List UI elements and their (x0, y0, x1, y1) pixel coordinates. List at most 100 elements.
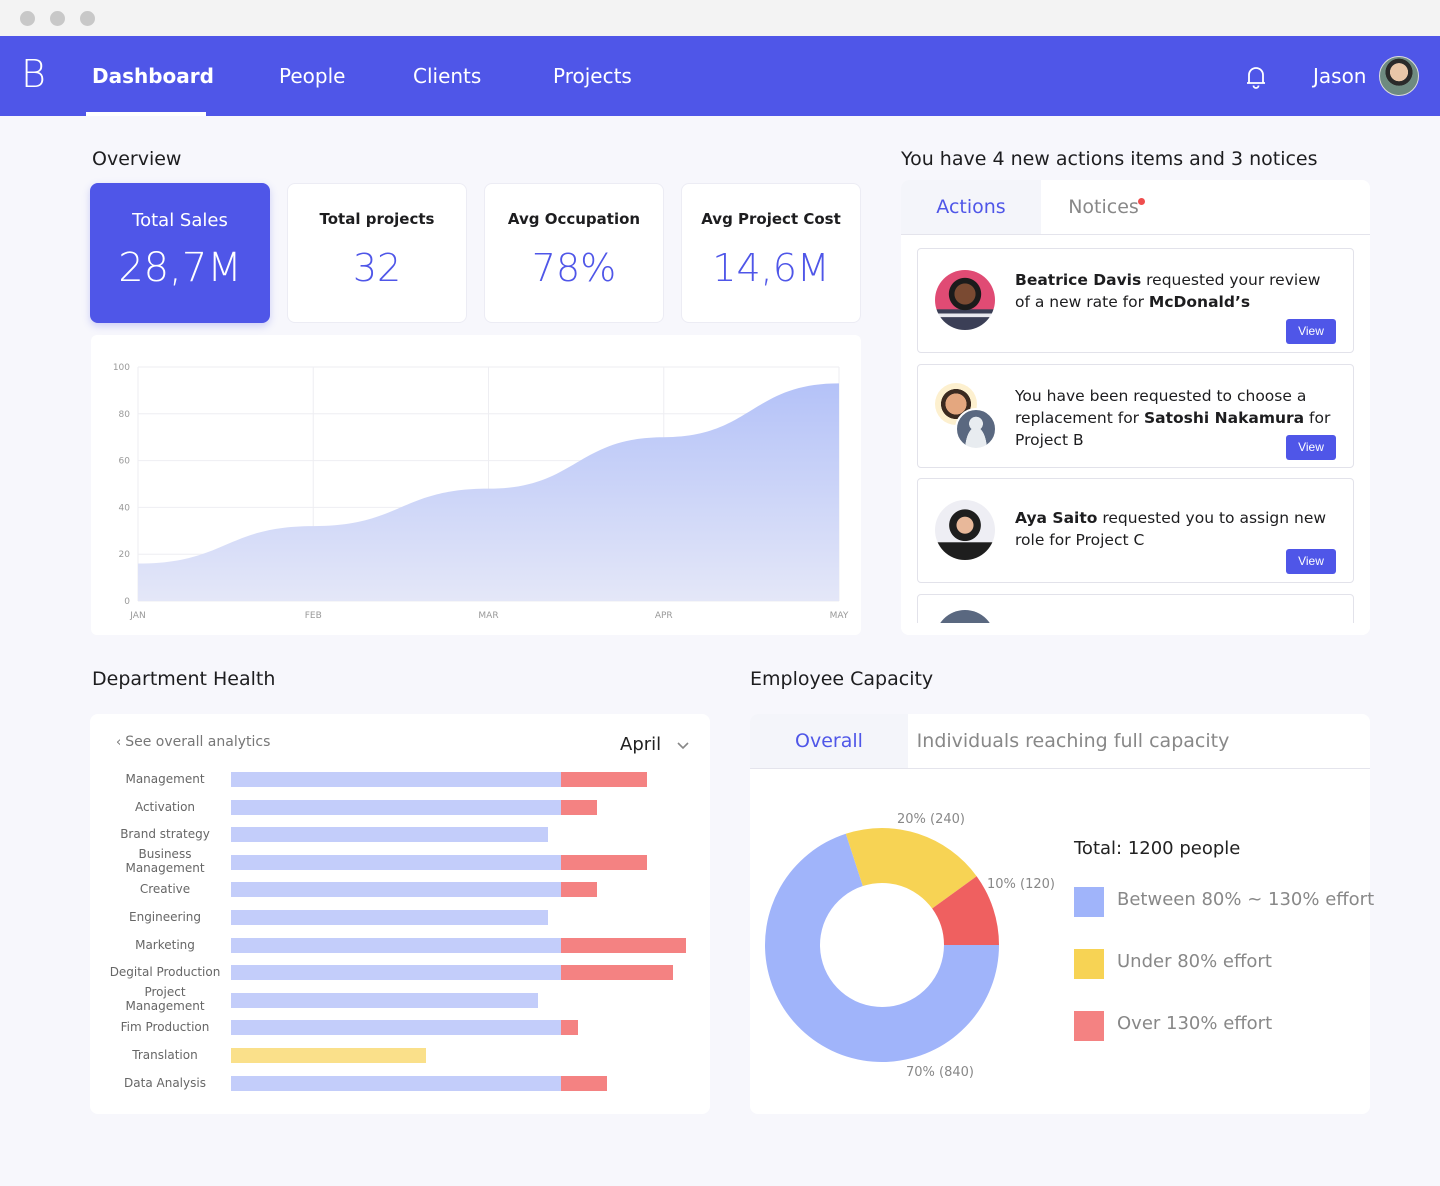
dept-bar-over[interactable] (561, 799, 598, 815)
user-name[interactable]: Jason (1313, 64, 1367, 88)
action-person-name[interactable]: Satoshi Nakamura (1144, 409, 1304, 427)
dept-bar-base[interactable] (231, 910, 548, 925)
avatar-beatrice-davis (935, 270, 995, 330)
dept-bar-base[interactable] (231, 799, 561, 815)
action-item: Beatrice Davis requested your review of … (917, 248, 1354, 353)
capacity-tabs: Overall Individuals reaching full capaci… (750, 714, 1370, 769)
dept-bar-base[interactable] (231, 992, 538, 1008)
x-tick-label: JAN (129, 611, 145, 621)
dept-bar-base[interactable] (231, 1075, 561, 1091)
capacity-donut-chart: 70% (840) 20% (240) 10% (120) (765, 812, 1055, 1080)
tab-actions[interactable]: Actions (901, 180, 1041, 234)
sales-chart-card: 0 20 40 60 80 100 JAN FEB MAR APR MAY (91, 335, 861, 635)
action-text: Aya Saito requested you to assign new ro… (1015, 507, 1335, 551)
dept-label: Fim Production (120, 1020, 210, 1035)
app-logo[interactable]: B (21, 52, 46, 96)
x-tick-label: MAR (478, 611, 498, 621)
dept-bar-base[interactable] (231, 882, 561, 898)
stat-value: 32 (352, 246, 402, 290)
tab-overall[interactable]: Overall (750, 714, 908, 768)
donut-data-label: 70% (840) (906, 1065, 974, 1080)
stat-label: Avg Occupation (507, 210, 641, 228)
dept-bar-base[interactable] (231, 772, 561, 787)
dept-bar-over[interactable] (561, 882, 598, 898)
bell-icon[interactable] (1244, 64, 1268, 90)
dept-bar-over[interactable] (561, 854, 647, 870)
dept-label: Translation (132, 1048, 198, 1062)
employee-capacity-title: Employee Capacity (750, 668, 934, 690)
y-tick-label: 100 (113, 363, 130, 373)
dept-bar-base[interactable] (231, 937, 561, 953)
chevron-left-icon: ‹ (116, 735, 122, 750)
user-placeholder-icon (955, 408, 997, 450)
user-avatar[interactable] (1379, 56, 1419, 96)
dept-bar-base[interactable] (231, 965, 561, 981)
dept-label: Engineering (129, 910, 201, 924)
window-close-button[interactable] (20, 11, 35, 26)
y-tick-label: 80 (119, 410, 131, 420)
stat-value: 14,6M (712, 246, 830, 290)
y-tick-label: 0 (124, 597, 130, 607)
legend-label: Between 80% ~ 130% effort (1117, 889, 1375, 910)
actions-tabs: Actions Notices (901, 180, 1370, 235)
y-tick-label: 20 (119, 550, 131, 560)
nav-dashboard[interactable]: Dashboard (92, 64, 214, 88)
dept-bar-base[interactable] (231, 1020, 561, 1036)
dept-label: Creative (139, 882, 191, 897)
action-item: Aya Saito requested you to assign new ro… (917, 478, 1354, 583)
action-item: You have been requested to choose a repl… (917, 364, 1354, 468)
legend-label: Under 80% effort (1117, 951, 1272, 972)
chevron-down-icon (677, 742, 689, 750)
nav-projects[interactable]: Projects (553, 64, 632, 88)
action-person-name[interactable]: Beatrice Davis (1015, 271, 1141, 289)
dept-bar-base[interactable] (231, 827, 548, 843)
view-button[interactable]: View (1286, 549, 1336, 574)
stat-card-avg-occupation[interactable]: Avg Occupation 78% (484, 183, 664, 323)
y-tick-label: 40 (119, 503, 131, 513)
scroll-fade (901, 623, 1370, 635)
dept-label: Degital Production (109, 965, 221, 980)
x-tick-label: MAY (830, 611, 849, 621)
dept-bar-base[interactable] (231, 854, 561, 870)
window-minimize-button[interactable] (50, 11, 65, 26)
legend-swatch (1074, 1011, 1104, 1041)
month-select-value: April (620, 734, 662, 755)
window-maximize-button[interactable] (80, 11, 95, 26)
dept-bar-over[interactable] (561, 1075, 608, 1091)
tab-individuals-full-capacity[interactable]: Individuals reaching full capacity (908, 714, 1238, 768)
month-select[interactable]: April (620, 734, 689, 755)
dept-bar-base[interactable] (231, 1048, 426, 1063)
stat-label: Total Sales (132, 210, 228, 231)
window-titlebar (0, 0, 1440, 36)
view-button[interactable]: View (1286, 435, 1336, 460)
dept-bar-over[interactable] (561, 772, 647, 787)
view-button[interactable]: View (1286, 319, 1336, 344)
y-tick-label: 60 (119, 457, 131, 467)
stat-card-total-sales[interactable]: Total Sales 28,7M (90, 183, 270, 323)
action-person-name[interactable]: Aya Saito (1015, 509, 1097, 527)
department-health-title: Department Health (92, 668, 276, 690)
back-link-label: See overall analytics (125, 734, 271, 750)
see-overall-analytics-link[interactable]: ‹ See overall analytics (116, 734, 270, 750)
stat-card-avg-project-cost[interactable]: Avg Project Cost 14,6M (681, 183, 861, 323)
dept-bar-over[interactable] (561, 937, 687, 953)
legend-swatch (1074, 949, 1104, 979)
stat-label: Total projects (319, 210, 435, 228)
dept-label: Project Management (125, 984, 205, 1013)
department-health-card: ‹ See overall analytics April Management A… (90, 714, 710, 1114)
tab-notices[interactable]: Notices (1041, 180, 1166, 234)
dept-bar-over[interactable] (561, 965, 674, 981)
dept-label: Business Management (125, 846, 205, 875)
x-tick-label: APR (655, 611, 673, 621)
capacity-total: Total: 1200 people (1074, 838, 1241, 859)
action-text: Beatrice Davis requested your review of … (1015, 269, 1335, 313)
top-nav: B Dashboard People Clients Projects Jaso… (0, 36, 1440, 116)
actions-panel-title: You have 4 new actions items and 3 notic… (901, 148, 1318, 170)
nav-clients[interactable]: Clients (413, 64, 481, 88)
dept-label: Activation (134, 799, 196, 814)
legend-swatch (1074, 887, 1104, 917)
dept-bar-over[interactable] (561, 1020, 578, 1036)
nav-people[interactable]: People (279, 64, 345, 88)
stat-card-total-projects[interactable]: Total projects 32 (287, 183, 467, 323)
sales-area-chart: 0 20 40 60 80 100 JAN FEB MAR APR MAY (113, 363, 849, 621)
